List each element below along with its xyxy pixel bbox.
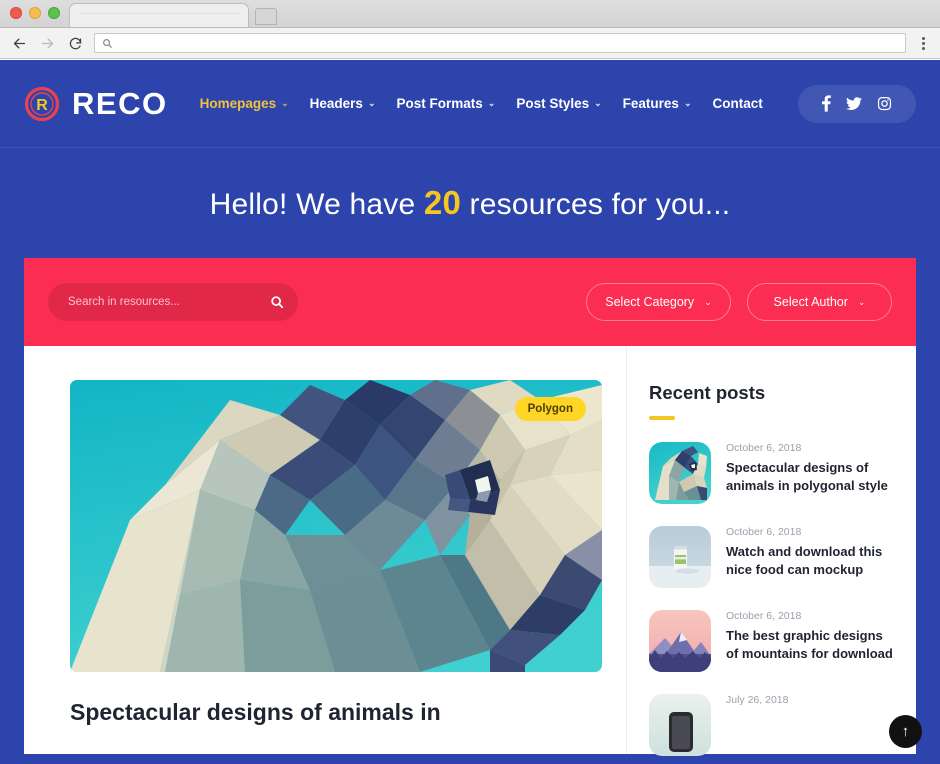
phone-thumb — [649, 694, 711, 756]
new-tab-button[interactable] — [255, 8, 277, 25]
search-box[interactable] — [48, 283, 298, 321]
social-links — [798, 84, 916, 123]
hero-title: Hello! We have 20 resources for you... — [210, 184, 731, 222]
nav-label: Post Styles — [516, 96, 590, 111]
hero-section: Hello! We have 20 resources for you... — [0, 148, 940, 258]
post-date: July 26, 2018 — [726, 694, 789, 706]
filter-selects: Select Category ⌄ Select Author ⌄ — [586, 283, 892, 321]
arrow-up-icon: ↑ — [901, 723, 910, 740]
chevron-down-icon: ⌄ — [281, 98, 289, 108]
food-can-thumb — [649, 526, 711, 588]
select-category-dropdown[interactable]: Select Category ⌄ — [586, 283, 731, 321]
nav-item-features[interactable]: Features ⌄ — [623, 96, 692, 111]
featured-post-card[interactable]: Polygon — [70, 380, 602, 672]
nav-label: Contact — [712, 96, 763, 111]
post-date: October 6, 2018 — [726, 610, 802, 622]
filter-bar: Select Category ⌄ Select Author ⌄ — [24, 258, 916, 346]
main-navigation: Homepages ⌄ Headers ⌄ Post Formats ⌄ Pos… — [200, 96, 763, 111]
nav-label: Features — [622, 96, 679, 111]
site-logo[interactable]: R RECO — [24, 86, 168, 122]
sidebar-heading: Recent posts — [649, 382, 766, 403]
mountains-thumb — [649, 610, 711, 672]
address-bar[interactable] — [94, 33, 906, 53]
nav-label: Headers — [309, 96, 363, 111]
select-author-label: Select Author — [773, 295, 848, 309]
chevron-down-icon: ⌄ — [594, 98, 602, 108]
post-title[interactable]: Spectacular designs of animals in polygo… — [726, 459, 898, 496]
list-item[interactable]: October 6, 2018 The best graphic designs… — [649, 610, 898, 672]
back-arrow-icon[interactable] — [10, 34, 28, 52]
list-item-text: July 26, 2018 — [726, 694, 788, 756]
site-header: R RECO Homepages ⌄ Headers ⌄ Post Format… — [0, 60, 940, 148]
nav-item-headers[interactable]: Headers ⌄ — [310, 96, 376, 111]
hero-resource-count: 20 — [423, 184, 461, 221]
nav-item-post-formats[interactable]: Post Formats ⌄ — [397, 96, 496, 111]
twitter-icon[interactable] — [846, 96, 862, 111]
close-window-button[interactable] — [10, 7, 22, 19]
search-input[interactable] — [68, 296, 270, 308]
list-item-text: October 6, 2018 Spectacular designs of a… — [726, 442, 898, 504]
select-category-label: Select Category — [605, 295, 695, 309]
site-logo-text: RECO — [72, 85, 168, 121]
browser-toolbar — [0, 28, 940, 59]
post-title[interactable]: Watch and download this nice food can mo… — [726, 543, 898, 580]
content-area: Polygon Spectacular designs of animals i… — [24, 346, 916, 756]
web-page: R RECO Homepages ⌄ Headers ⌄ Post Format… — [0, 60, 940, 764]
browser-window: R RECO Homepages ⌄ Headers ⌄ Post Format… — [0, 0, 940, 764]
browser-tabstrip — [0, 0, 940, 28]
svg-text:R: R — [36, 97, 48, 114]
post-date: October 6, 2018 — [726, 442, 802, 454]
filter-bar-wrapper: Select Category ⌄ Select Author ⌄ — [0, 258, 940, 346]
list-item[interactable]: July 26, 2018 — [649, 694, 898, 756]
kebab-menu-icon[interactable] — [916, 36, 930, 50]
chevron-down-icon: ⌄ — [704, 296, 712, 307]
nav-item-post-styles[interactable]: Post Styles ⌄ — [516, 96, 601, 111]
post-title[interactable]: The best graphic designs of mountains fo… — [726, 627, 898, 664]
dog-polygon-thumb — [649, 442, 711, 504]
list-item-text: October 6, 2018 Watch and download this … — [726, 526, 898, 588]
sidebar-heading-underline — [649, 416, 675, 420]
facebook-icon[interactable] — [822, 95, 831, 112]
chevron-down-icon: ⌄ — [487, 98, 496, 108]
instagram-icon[interactable] — [877, 96, 892, 111]
hero-prefix: Hello! We have — [209, 188, 416, 221]
sidebar: Recent posts October 6, 2018 Spectacular… — [626, 346, 916, 756]
post-date: October 6, 2018 — [726, 526, 802, 538]
nav-label: Homepages — [199, 96, 277, 111]
list-item[interactable]: October 6, 2018 Watch and download this … — [649, 526, 898, 588]
select-author-dropdown[interactable]: Select Author ⌄ — [747, 283, 892, 321]
browser-tab[interactable] — [69, 3, 249, 27]
nav-item-homepages[interactable]: Homepages ⌄ — [200, 96, 289, 111]
window-controls — [0, 7, 69, 27]
scroll-to-top-button[interactable]: ↑ — [889, 715, 922, 748]
list-item-text: October 6, 2018 The best graphic designs… — [726, 610, 898, 672]
featured-post-title[interactable]: Spectacular designs of animals in — [70, 698, 602, 728]
featured-post-image — [70, 380, 602, 672]
reco-logo-icon: R — [24, 86, 60, 122]
forward-arrow-icon — [38, 34, 56, 52]
minimize-window-button[interactable] — [29, 7, 41, 19]
nav-item-contact[interactable]: Contact — [712, 96, 762, 111]
chevron-down-icon: ⌄ — [683, 98, 692, 108]
chevron-down-icon: ⌄ — [367, 98, 376, 108]
search-icon[interactable] — [270, 295, 284, 309]
nav-label: Post Formats — [396, 96, 483, 111]
hero-suffix: resources for you... — [469, 188, 731, 221]
maximize-window-button[interactable] — [48, 7, 60, 19]
list-item[interactable]: October 6, 2018 Spectacular designs of a… — [649, 442, 898, 504]
reload-icon[interactable] — [66, 34, 84, 52]
main-column: Polygon Spectacular designs of animals i… — [24, 346, 626, 754]
chevron-down-icon: ⌄ — [857, 296, 866, 307]
category-badge[interactable]: Polygon — [514, 397, 586, 421]
